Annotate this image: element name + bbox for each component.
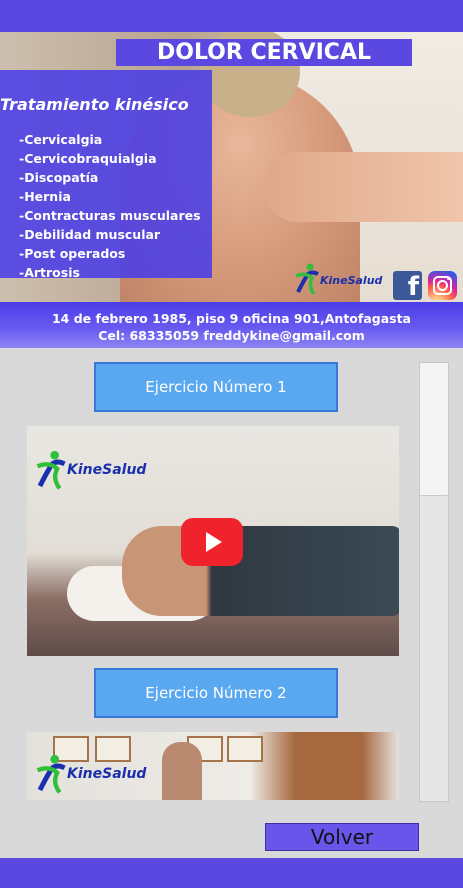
page-title: DOLOR CERVICAL [116, 39, 412, 66]
runner-icon [36, 754, 66, 794]
list-item: -Hernia [19, 189, 71, 204]
instagram-icon[interactable] [428, 271, 457, 300]
play-icon[interactable] [181, 518, 243, 566]
exercise-list[interactable]: Ejercicio Número 1 KineSalud Ejercicio N… [0, 350, 418, 800]
treatment-subtitle: Tratamiento kinésico [0, 95, 189, 114]
runner-icon [36, 450, 66, 490]
video-patient [122, 526, 399, 616]
facebook-icon[interactable]: f [393, 271, 422, 300]
back-button[interactable]: Volver [265, 823, 419, 851]
brand-name: KineSalud [320, 274, 383, 287]
list-item: -Debilidad muscular [19, 227, 161, 242]
scrollbar-thumb[interactable] [420, 363, 448, 496]
exercise-1-button[interactable]: Ejercicio Número 1 [94, 362, 338, 412]
list-item: -Contracturas musculares [19, 208, 201, 223]
treatment-panel: Tratamiento kinésico -Cervicalgia -Cervi… [0, 70, 212, 280]
address-text: 14 de febrero 1985, piso 9 oficina 901,A… [51, 311, 411, 326]
video-logo: KineSalud [35, 448, 147, 492]
list-item: -Discopatía [19, 170, 99, 185]
list-item: -Post operados [19, 246, 126, 261]
scrollbar[interactable] [419, 362, 449, 802]
exercise-2-button[interactable]: Ejercicio Número 2 [94, 668, 338, 718]
phone-email-text: Cel: 68335059 freddykine@gmail.com [98, 328, 365, 343]
runner-icon [295, 263, 319, 296]
exercise-2-video[interactable]: KineSalud [27, 732, 399, 800]
exercise-1-video[interactable]: KineSalud [27, 426, 399, 656]
list-item: -Artrosis [19, 265, 80, 280]
wall-diploma [227, 736, 263, 762]
video-brand-name: KineSalud [67, 462, 147, 478]
video-brand-name: KineSalud [67, 766, 147, 782]
video-therapist [162, 742, 202, 800]
therapist-hand [263, 152, 463, 222]
top-bar [0, 0, 463, 32]
conditions-list: -Cervicalgia -Cervicobraquialgia -Discop… [19, 130, 201, 282]
kinesalud-logo: KineSalud [294, 262, 386, 296]
list-item: -Cervicobraquialgia [19, 151, 157, 166]
contact-bar: 14 de febrero 1985, piso 9 oficina 901,A… [0, 302, 463, 348]
bottom-bar [0, 858, 463, 888]
video-logo: KineSalud [35, 752, 147, 796]
list-item: -Cervicalgia [19, 132, 103, 147]
